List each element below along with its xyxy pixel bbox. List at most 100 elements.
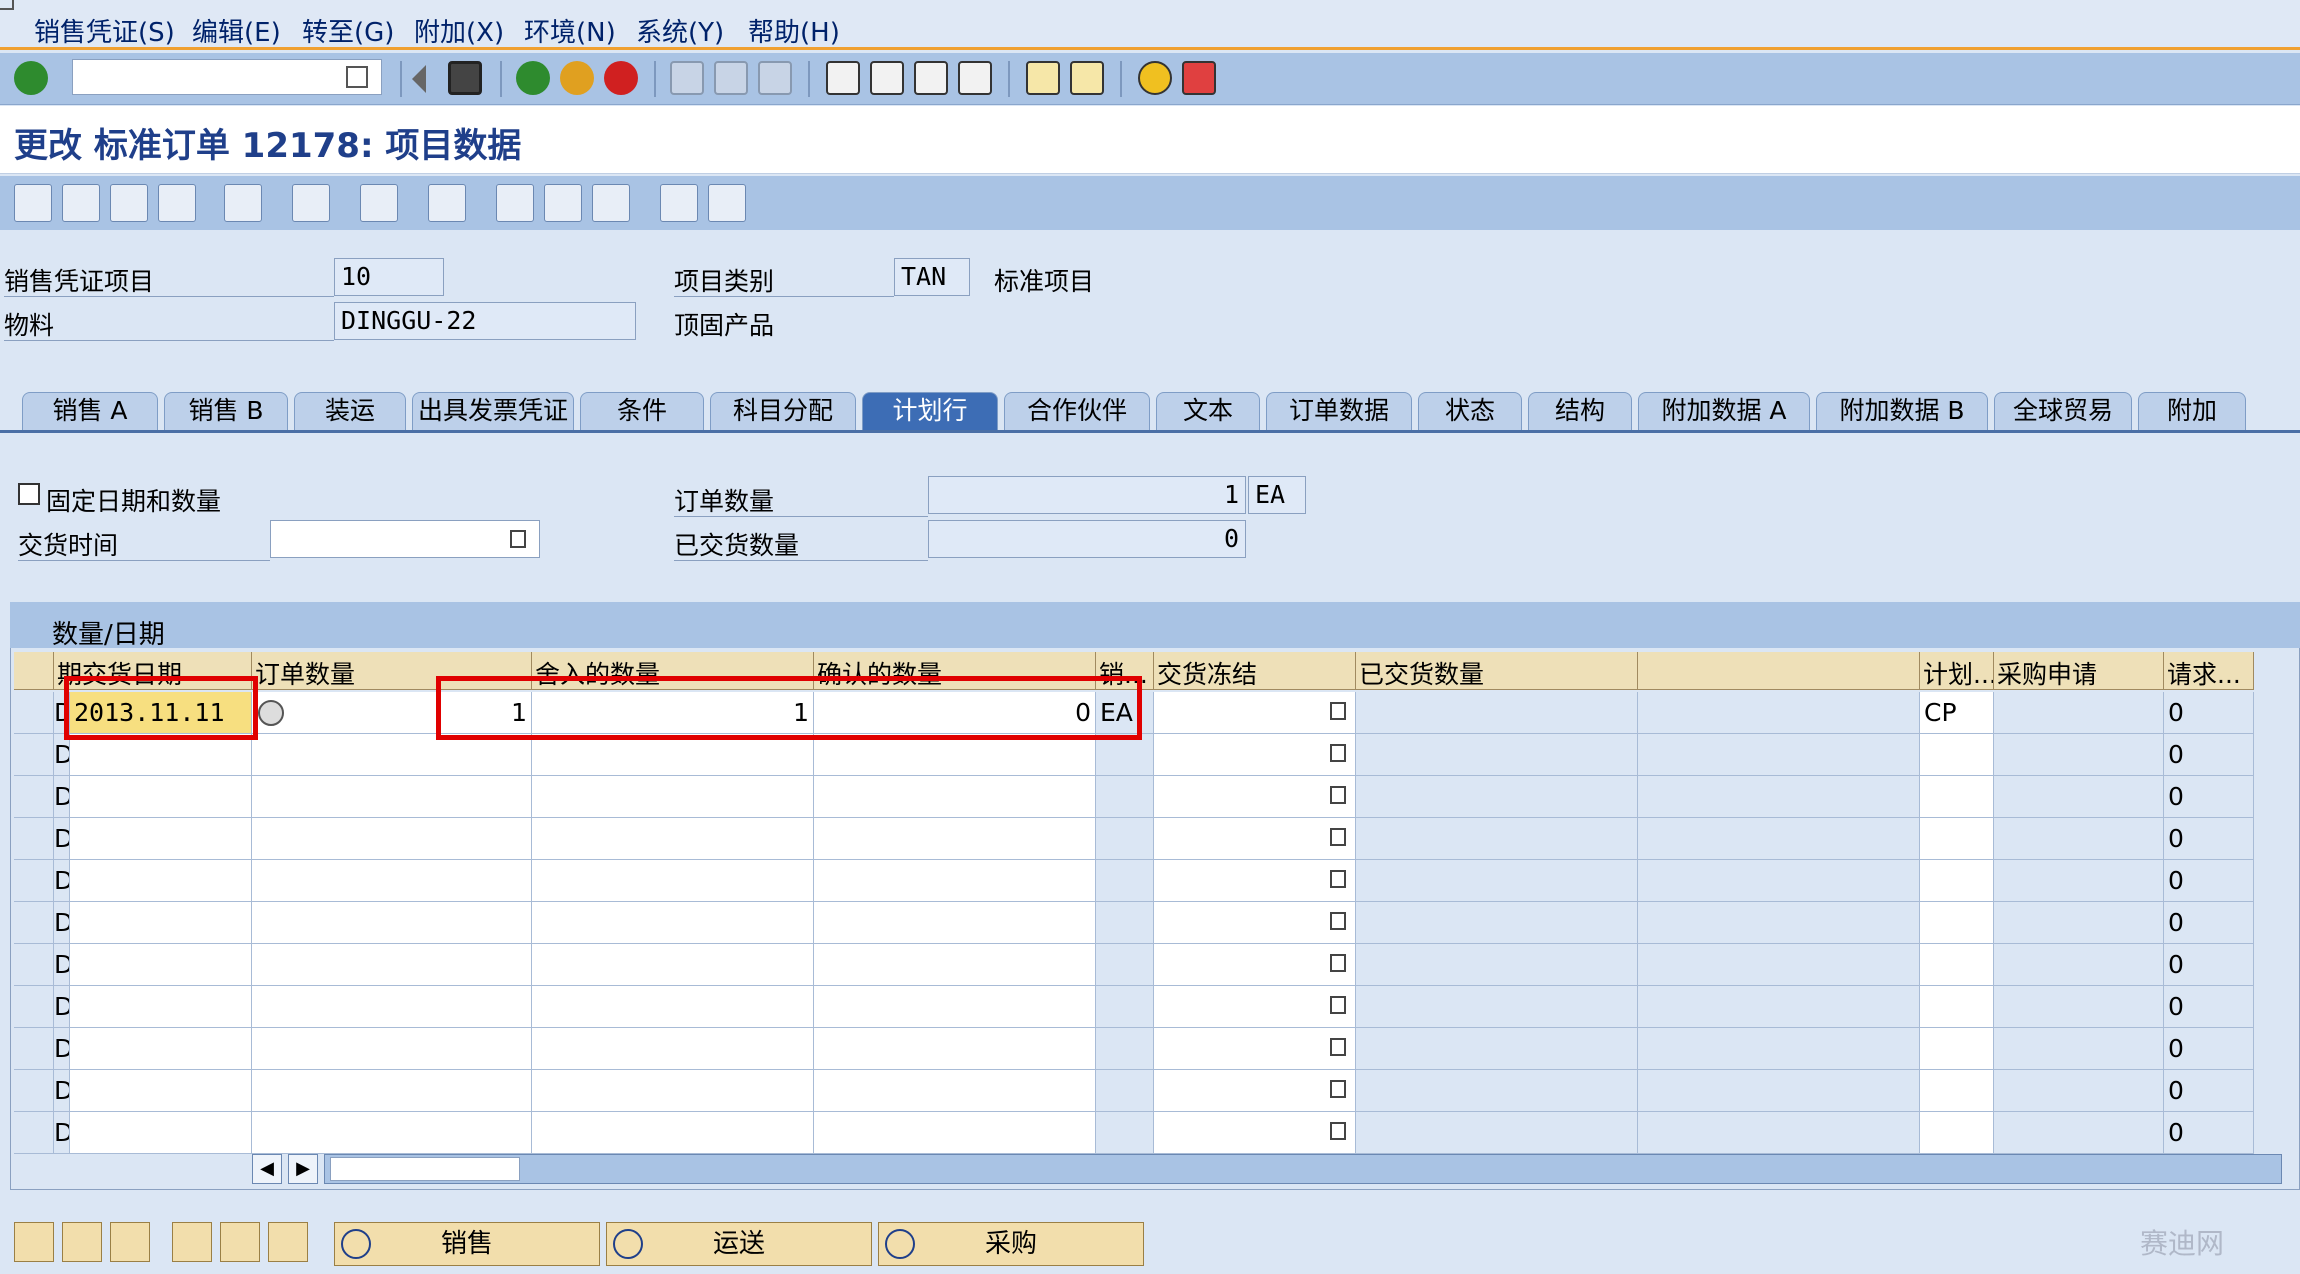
availability-icon[interactable]	[544, 184, 582, 222]
sales-button[interactable]: 销售	[334, 1222, 600, 1266]
cell-date[interactable]	[70, 860, 252, 902]
cell-confirmed-qty[interactable]	[814, 734, 1096, 776]
material-field[interactable]: DINGGU-22	[334, 302, 636, 340]
save-icon[interactable]	[448, 61, 482, 95]
table-select-all-corner[interactable]	[14, 652, 54, 690]
next-page-icon[interactable]	[914, 61, 948, 95]
cell-block[interactable]	[1154, 986, 1356, 1028]
menu-help[interactable]: 帮助(H)	[748, 12, 840, 49]
previous-item-icon[interactable]	[62, 184, 100, 222]
window-menu-icon[interactable]	[0, 0, 14, 10]
cell-sched-type[interactable]	[1920, 902, 1994, 944]
cell-rounded-qty[interactable]	[532, 1112, 814, 1154]
tab-extras[interactable]: 附加	[2138, 392, 2246, 430]
menu-sales-document[interactable]: 销售凭证(S)	[34, 12, 175, 49]
tab-conditions[interactable]: 条件	[580, 392, 704, 430]
horizontal-scrollbar[interactable]	[324, 1154, 2282, 1184]
cell-date[interactable]	[70, 734, 252, 776]
scroll-right-button[interactable]: ▶	[288, 1154, 318, 1184]
cell-order-qty[interactable]	[252, 944, 532, 986]
select-block-icon[interactable]	[220, 1222, 260, 1262]
link-icon[interactable]	[708, 184, 746, 222]
delivery-block-f4-icon[interactable]	[1330, 786, 1346, 804]
first-item-icon[interactable]	[14, 184, 52, 222]
cell-block[interactable]	[1154, 776, 1356, 818]
delivery-block-f4-icon[interactable]	[1330, 1038, 1346, 1056]
menu-edit[interactable]: 编辑(E)	[192, 12, 281, 49]
delivery-block-f4-icon[interactable]	[1330, 702, 1346, 720]
cell-order-qty[interactable]	[252, 776, 532, 818]
delivery-time-f4-icon[interactable]	[510, 530, 526, 548]
cell-sched-type[interactable]	[1920, 1070, 1994, 1112]
cell-order-qty[interactable]	[252, 1112, 532, 1154]
cell-block[interactable]	[1154, 818, 1356, 860]
cell-rounded-qty[interactable]	[532, 1070, 814, 1112]
shipping-button[interactable]: 运送	[606, 1222, 872, 1266]
delivery-block-f4-icon[interactable]	[1330, 1080, 1346, 1098]
cell-date[interactable]	[70, 818, 252, 860]
purchasing-button[interactable]: 采购	[878, 1222, 1144, 1266]
cell-sched-type[interactable]	[1920, 776, 1994, 818]
delivery-block-f4-icon[interactable]	[1330, 870, 1346, 888]
cell-confirmed-qty[interactable]	[814, 1028, 1096, 1070]
header-icon[interactable]	[360, 184, 398, 222]
delete-icon[interactable]	[224, 184, 262, 222]
row-selector[interactable]	[14, 818, 54, 860]
cell-date[interactable]	[70, 1112, 252, 1154]
cancel-icon[interactable]	[604, 61, 638, 95]
prev-page-icon[interactable]	[870, 61, 904, 95]
cell-date[interactable]	[70, 986, 252, 1028]
delivery-block-f4-icon[interactable]	[1330, 912, 1346, 930]
tab-order-data[interactable]: 订单数据	[1266, 392, 1412, 430]
cell-rounded-qty[interactable]	[532, 1028, 814, 1070]
cell-order-qty[interactable]	[252, 860, 532, 902]
cell-confirmed-qty[interactable]	[814, 860, 1096, 902]
row-selector[interactable]	[14, 860, 54, 902]
cell-confirmed-qty[interactable]	[814, 818, 1096, 860]
cell-order-qty[interactable]	[252, 1028, 532, 1070]
delete-row-icon[interactable]	[110, 1222, 150, 1262]
cell-order-qty[interactable]	[252, 818, 532, 860]
fixed-date-qty-checkbox[interactable]	[18, 483, 40, 505]
tab-sales-b[interactable]: 销售 B	[164, 392, 288, 430]
tab-status[interactable]: 状态	[1418, 392, 1522, 430]
cell-block[interactable]	[1154, 1112, 1356, 1154]
cell-order-qty[interactable]	[252, 1070, 532, 1112]
tab-shipping[interactable]: 装运	[294, 392, 406, 430]
tab-sales-a[interactable]: 销售 A	[22, 392, 158, 430]
row-selector[interactable]	[14, 776, 54, 818]
cell-sched-type[interactable]	[1920, 986, 1994, 1028]
cell-rounded-qty[interactable]	[532, 986, 814, 1028]
cell-confirmed-qty[interactable]	[814, 986, 1096, 1028]
delivery-block-f4-icon[interactable]	[1330, 996, 1346, 1014]
tab-partners[interactable]: 合作伙伴	[1004, 392, 1150, 430]
cell-confirmed-qty[interactable]	[814, 1112, 1096, 1154]
edit-document-icon[interactable]	[592, 184, 630, 222]
print-icon[interactable]	[670, 61, 704, 95]
command-history-icon[interactable]	[346, 66, 368, 88]
cell-rounded-qty[interactable]	[532, 860, 814, 902]
last-page-icon[interactable]	[958, 61, 992, 95]
overview-icon[interactable]	[428, 184, 466, 222]
cell-confirmed-qty[interactable]	[814, 1070, 1096, 1112]
cell-sched-type[interactable]	[1920, 944, 1994, 986]
menu-environment[interactable]: 环境(N)	[524, 12, 616, 49]
help-icon[interactable]	[1138, 61, 1172, 95]
cell-block[interactable]	[1154, 860, 1356, 902]
cell-sched-type[interactable]: CP	[1920, 692, 1994, 734]
exit-icon[interactable]	[560, 61, 594, 95]
cell-order-qty[interactable]	[252, 986, 532, 1028]
col-blank[interactable]	[1638, 652, 1920, 690]
menu-extras[interactable]: 附加(X)	[414, 12, 504, 49]
row-selector[interactable]	[14, 902, 54, 944]
cell-date[interactable]	[70, 1070, 252, 1112]
enter-icon[interactable]	[14, 61, 48, 95]
row-selector[interactable]	[14, 734, 54, 776]
cell-block[interactable]	[1154, 1028, 1356, 1070]
delivery-time-field[interactable]	[270, 520, 540, 558]
cell-rounded-qty[interactable]	[532, 734, 814, 776]
cell-date[interactable]	[70, 776, 252, 818]
cell-confirmed-qty[interactable]	[814, 776, 1096, 818]
col-delivery-block[interactable]: 交货冻结	[1154, 652, 1356, 690]
delivery-block-f4-icon[interactable]	[1330, 1122, 1346, 1140]
